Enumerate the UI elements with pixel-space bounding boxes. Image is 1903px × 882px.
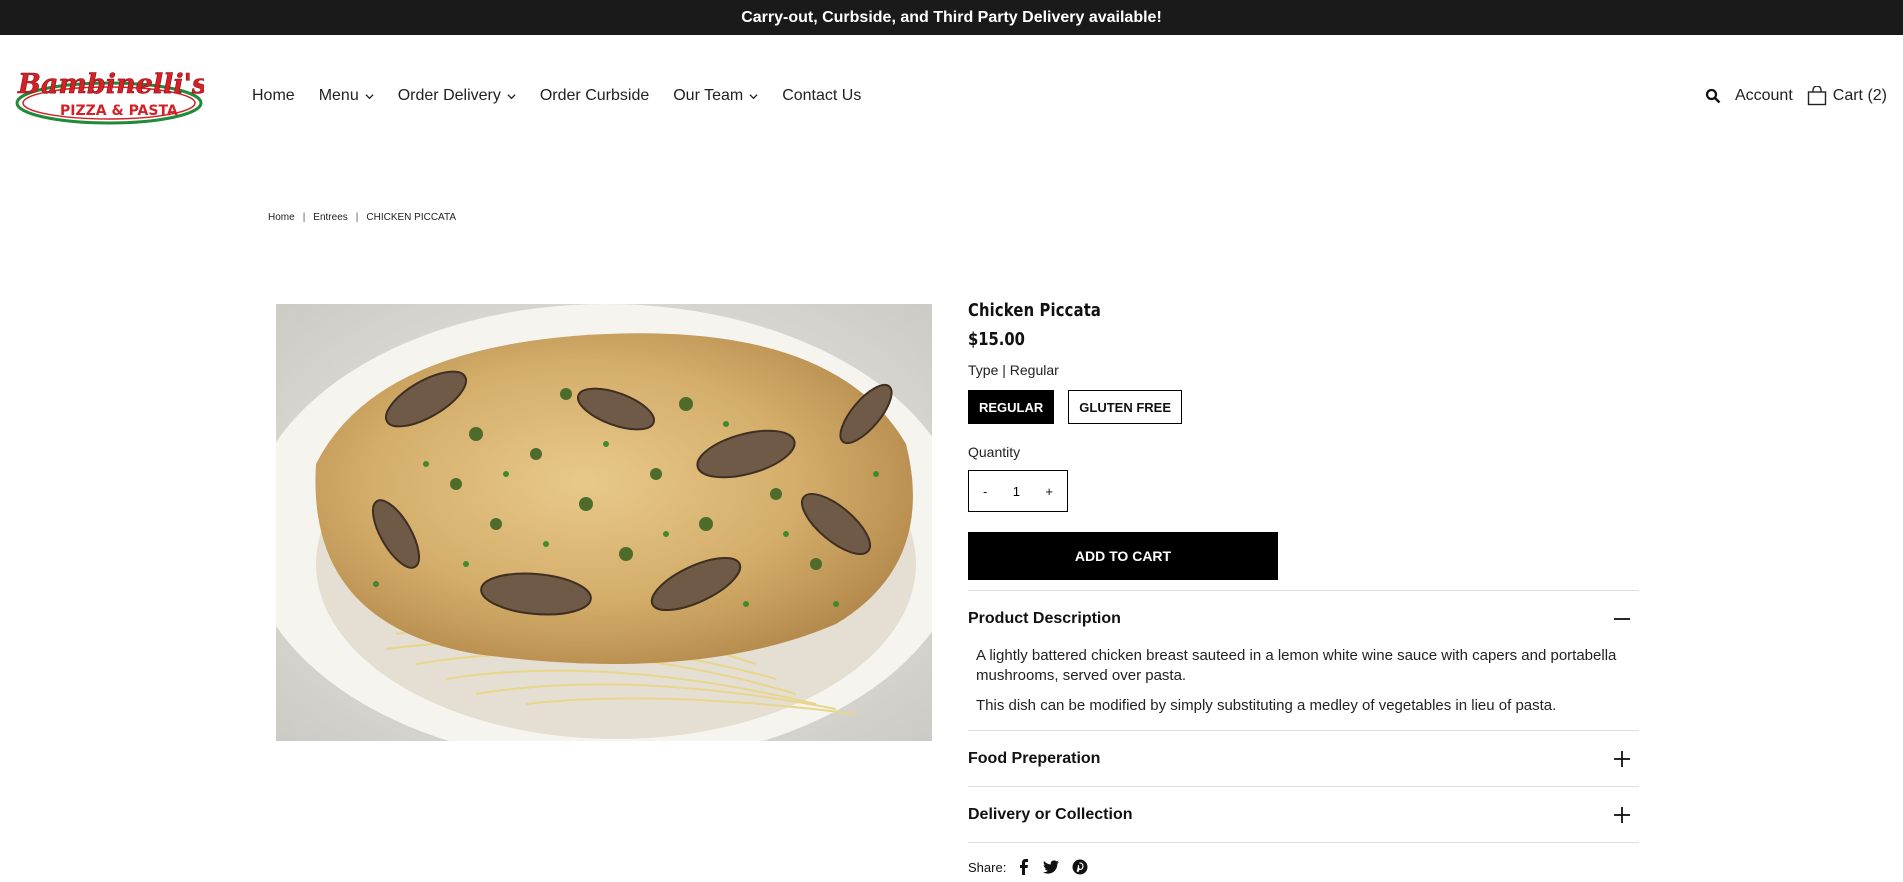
logo-subtitle: PIZZA & PASTA bbox=[60, 103, 178, 119]
nav-order-delivery[interactable]: Order Delivery bbox=[398, 87, 516, 105]
accordion-delivery-header[interactable]: Delivery or Collection bbox=[968, 787, 1639, 842]
announcement-text: Carry-out, Curbside, and Third Party Del… bbox=[741, 8, 1162, 26]
account-label: Account bbox=[1734, 87, 1793, 104]
main-nav: Home Menu Order Delivery Order Curbside … bbox=[252, 87, 861, 105]
accordion-description-body: A lightly battered chicken breast sautee… bbox=[968, 646, 1639, 730]
plus-icon bbox=[1614, 750, 1630, 767]
accordion-description: Product Description A lightly battered c… bbox=[968, 591, 1639, 731]
nav-label: Contact Us bbox=[782, 87, 862, 104]
nav-home[interactable]: Home bbox=[252, 87, 295, 105]
accordion-title: Delivery or Collection bbox=[968, 805, 1133, 823]
nav-label: Order Curbside bbox=[539, 87, 650, 104]
share-row: Share: bbox=[968, 859, 1639, 875]
cart-link[interactable]: Cart (2) bbox=[1807, 86, 1887, 106]
twitter-icon[interactable] bbox=[1042, 859, 1060, 875]
product-price: $15.00 bbox=[968, 329, 1025, 350]
header-actions: Account Cart (2) bbox=[1705, 86, 1887, 106]
product-accordion: Product Description A lightly battered c… bbox=[968, 590, 1639, 843]
type-swatches: REGULAR GLUTEN FREE bbox=[968, 390, 1639, 424]
announcement-bar: Carry-out, Curbside, and Third Party Del… bbox=[0, 0, 1903, 35]
accordion-food-preparation: Food Preperation bbox=[968, 731, 1639, 787]
minus-icon bbox=[1614, 617, 1630, 620]
quantity-increase-button[interactable]: + bbox=[1045, 484, 1053, 499]
accordion-food-preparation-header[interactable]: Food Preperation bbox=[968, 731, 1639, 786]
accordion-title: Product Description bbox=[968, 609, 1121, 627]
nav-order-curbside[interactable]: Order Curbside bbox=[540, 87, 649, 105]
breadcrumb-current: CHICKEN PICCATA bbox=[366, 212, 457, 223]
nav-menu[interactable]: Menu bbox=[319, 87, 374, 105]
product-info: Chicken Piccata $15.00 Type | Regular RE… bbox=[968, 300, 1639, 875]
breadcrumb-separator: | bbox=[355, 212, 359, 223]
accordion-delivery: Delivery or Collection bbox=[968, 787, 1639, 843]
facebook-icon[interactable] bbox=[1018, 859, 1030, 875]
pinterest-icon[interactable] bbox=[1072, 859, 1088, 875]
chevron-down-icon bbox=[749, 93, 758, 99]
accordion-description-header[interactable]: Product Description bbox=[968, 591, 1639, 646]
variant-label: Type | Regular bbox=[968, 362, 1059, 378]
nav-label: Order Delivery bbox=[397, 87, 501, 104]
search-icon[interactable] bbox=[1705, 88, 1721, 104]
chevron-down-icon bbox=[507, 93, 516, 99]
logo-wordmark: Bambinelli's bbox=[17, 69, 204, 100]
description-paragraph: This dish can be modified by simply subs… bbox=[976, 697, 1557, 714]
share-label: Share: bbox=[968, 859, 1007, 875]
plus-icon bbox=[1614, 806, 1630, 823]
add-to-cart-button[interactable]: ADD TO CART bbox=[968, 532, 1278, 580]
nav-label: Menu bbox=[318, 87, 359, 104]
breadcrumb: Home | Entrees | CHICKEN PICCATA bbox=[268, 212, 456, 223]
cart-label: Cart (2) bbox=[1832, 87, 1887, 104]
quantity-decrease-button[interactable]: - bbox=[983, 484, 987, 499]
nav-our-team[interactable]: Our Team bbox=[673, 87, 758, 105]
nav-contact-us[interactable]: Contact Us bbox=[782, 87, 861, 105]
description-paragraph: A lightly battered chicken breast sautee… bbox=[976, 647, 1617, 684]
product-title: Chicken Piccata bbox=[968, 300, 1102, 321]
quantity-stepper: - + bbox=[968, 470, 1068, 512]
swatch-regular[interactable]: REGULAR bbox=[968, 390, 1055, 424]
breadcrumb-category[interactable]: Entrees bbox=[313, 212, 347, 223]
chevron-down-icon bbox=[365, 93, 374, 99]
product-image[interactable] bbox=[276, 304, 932, 741]
quantity-input[interactable] bbox=[1001, 483, 1032, 499]
breadcrumb-separator: | bbox=[302, 212, 306, 223]
nav-label: Our Team bbox=[673, 87, 744, 104]
breadcrumb-home[interactable]: Home bbox=[268, 212, 295, 223]
accordion-title: Food Preperation bbox=[968, 749, 1101, 767]
site-header: Bambinelli's PIZZA & PASTA Home Menu Ord… bbox=[0, 35, 1903, 159]
nav-label: Home bbox=[252, 87, 295, 104]
account-link[interactable]: Account bbox=[1735, 87, 1793, 105]
site-logo[interactable]: Bambinelli's PIZZA & PASTA bbox=[14, 65, 207, 127]
shopping-bag-icon bbox=[1807, 86, 1826, 106]
swatch-gluten-free[interactable]: GLUTEN FREE bbox=[1068, 390, 1183, 424]
quantity-label: Quantity bbox=[968, 444, 1021, 460]
